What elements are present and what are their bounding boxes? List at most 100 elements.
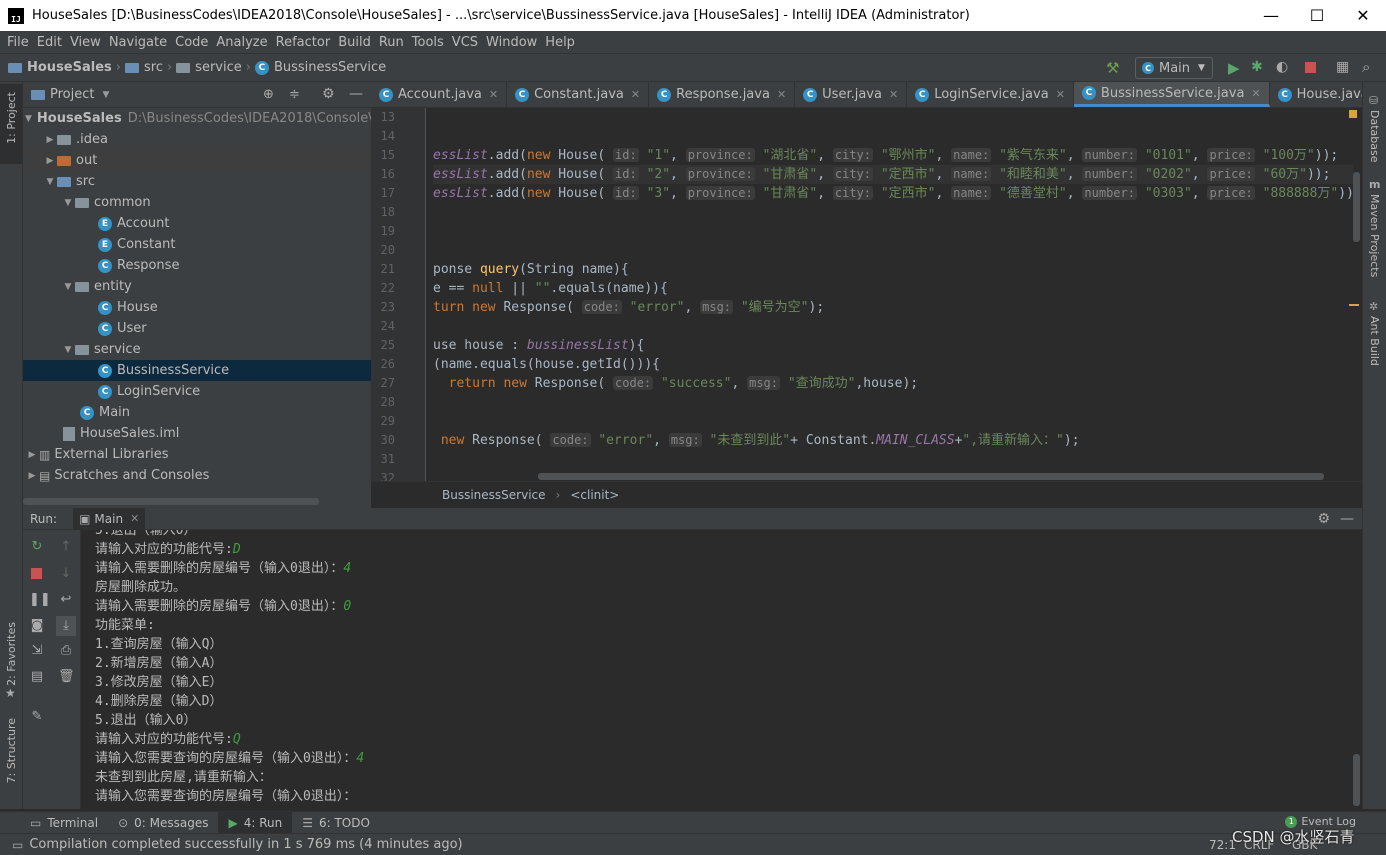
debug-icon[interactable]: ✱ (1251, 59, 1263, 75)
warning-marker-icon[interactable] (1349, 110, 1357, 118)
terminal-tab[interactable]: ▭ Terminal (20, 812, 108, 834)
close-icon[interactable]: ✕ (889, 88, 898, 101)
collapsed-arrow-icon[interactable]: ▶ (43, 156, 57, 166)
menu-tools[interactable]: Tools (408, 35, 448, 50)
menu-analyze[interactable]: Analyze (212, 35, 271, 50)
menu-build[interactable]: Build (334, 35, 375, 50)
menu-window[interactable]: Window (482, 35, 541, 50)
ant-tool-label[interactable]: Ant Build (1368, 316, 1381, 366)
trash-icon[interactable]: 🗑 (58, 670, 75, 684)
tab-response[interactable]: C Response.java ✕ (649, 82, 796, 107)
collapsed-arrow-icon[interactable]: ▶ (25, 450, 39, 460)
menu-vcs[interactable]: VCS (448, 35, 482, 50)
close-button[interactable]: ✕ (1340, 0, 1386, 31)
run-config-select[interactable]: C Main ▼ (1135, 57, 1213, 79)
tree-item-user[interactable]: C User (23, 318, 371, 339)
tree-item-root[interactable]: ▼ HouseSales D:\BusinessCodes\IDEA2018\C… (23, 108, 371, 129)
expanded-arrow-icon[interactable]: ▼ (61, 345, 75, 355)
close-icon[interactable]: ✕ (631, 88, 640, 101)
tree-item-service[interactable]: ▼ service (23, 339, 371, 360)
close-icon[interactable]: ✕ (1056, 88, 1065, 101)
scroll-to-end-icon[interactable]: ⤓ (56, 616, 76, 636)
chevron-down-icon[interactable]: ▼ (102, 90, 109, 100)
pin-icon[interactable]: ✎ (29, 710, 45, 724)
collapsed-arrow-icon[interactable]: ▶ (43, 135, 57, 145)
menu-refactor[interactable]: Refactor (272, 35, 335, 50)
hide-panel-icon[interactable]: — (1340, 511, 1354, 527)
pause-icon[interactable]: ❚❚ (29, 593, 51, 607)
expanded-arrow-icon[interactable]: ▼ (61, 198, 75, 208)
structure-tool-label[interactable]: 7: Structure (5, 718, 18, 783)
editor-hscrollbar[interactable] (538, 473, 1324, 480)
database-tool-label[interactable]: Database (1368, 110, 1381, 163)
collapse-all-icon[interactable]: ≑ (289, 87, 300, 102)
exit-icon[interactable]: ⇲ (29, 644, 45, 658)
tab-account[interactable]: C Account.java ✕ (371, 82, 508, 107)
maximize-button[interactable]: ☐ (1294, 0, 1340, 31)
menu-help[interactable]: Help (541, 35, 579, 50)
search-icon[interactable]: ⌕ (1362, 58, 1370, 76)
breadcrumb-project[interactable]: HouseSales (27, 60, 112, 75)
menu-edit[interactable]: Edit (33, 35, 66, 50)
expanded-arrow-icon[interactable]: ▼ (61, 282, 75, 292)
tree-item-scratches[interactable]: ▶ ▤ Scratches and Consoles (23, 465, 371, 486)
tree-item-account[interactable]: E Account (23, 213, 371, 234)
gear-icon[interactable]: ⚙ (322, 86, 335, 102)
tab-house[interactable]: CHouse.java✕ (1270, 82, 1362, 107)
status-message[interactable]: Compilation completed successfully in 1 … (29, 837, 462, 852)
run-icon[interactable]: ▶ (1228, 59, 1240, 77)
editor-vscrollbar[interactable] (1353, 172, 1360, 242)
up-arrow-icon[interactable]: ↑ (58, 540, 74, 554)
menu-code[interactable]: Code (171, 35, 212, 50)
tree-item-idea[interactable]: ▶ .idea (23, 129, 371, 150)
gear-icon[interactable]: ⚙ (1317, 511, 1330, 527)
build-hammer-icon[interactable]: ⚒ (1106, 59, 1119, 77)
stop-icon[interactable] (1305, 62, 1316, 73)
menu-view[interactable]: View (66, 35, 105, 50)
todo-tab[interactable]: ☰ 6: TODO (292, 812, 380, 834)
tree-item-iml[interactable]: HouseSales.iml (23, 423, 371, 444)
tree-item-external-libraries[interactable]: ▶ ▥ External Libraries (23, 444, 371, 465)
hide-panel-icon[interactable]: — (349, 86, 363, 102)
status-toggle-icon[interactable]: ▭ (12, 838, 23, 852)
run-tab-main[interactable]: ▣ Main ✕ (73, 507, 146, 530)
tree-item-common[interactable]: ▼ common (23, 192, 371, 213)
collapsed-arrow-icon[interactable]: ▶ (25, 471, 39, 481)
locate-icon[interactable]: ⊕ (263, 87, 274, 102)
expanded-arrow-icon[interactable]: ▼ (43, 177, 57, 187)
camera-icon[interactable]: ◙ (29, 619, 45, 633)
favorites-tool-label[interactable]: 2: Favorites (5, 622, 18, 686)
tab-constant[interactable]: C Constant.java ✕ (507, 82, 650, 107)
tree-item-loginservice[interactable]: C LoginService (23, 381, 371, 402)
tree-item-main[interactable]: C Main (23, 402, 371, 423)
down-arrow-icon[interactable]: ↓ (58, 567, 74, 581)
print-icon[interactable]: ⎙ (58, 644, 74, 658)
layout-icon[interactable]: ▤ (29, 670, 45, 684)
breadcrumb-file[interactable]: BussinessService (274, 60, 386, 75)
breadcrumb-src[interactable]: src (144, 60, 163, 75)
breadcrumb-service[interactable]: service (195, 60, 242, 75)
soft-wrap-icon[interactable]: ↩ (58, 593, 74, 607)
tab-user[interactable]: C User.java ✕ (795, 82, 908, 107)
project-hscrollbar[interactable] (23, 498, 319, 505)
maven-tool-label[interactable]: Maven Projects (1368, 194, 1381, 277)
rerun-icon[interactable]: ↻ (29, 540, 45, 554)
tree-item-house[interactable]: C House (23, 297, 371, 318)
tree-item-src[interactable]: ▼ src (23, 171, 371, 192)
tree-item-entity[interactable]: ▼ entity (23, 276, 371, 297)
messages-tab[interactable]: ⊙ 0: Messages (108, 812, 218, 834)
menu-navigate[interactable]: Navigate (105, 35, 171, 50)
project-structure-icon[interactable]: ▦ (1336, 59, 1349, 75)
stop-icon[interactable] (31, 568, 42, 579)
tab-loginservice[interactable]: C LoginService.java ✕ (907, 82, 1074, 107)
run-tab[interactable]: ▶ 4: Run (218, 811, 293, 834)
menu-run[interactable]: Run (375, 35, 408, 50)
menu-file[interactable]: File (3, 35, 33, 50)
close-icon[interactable]: ✕ (1251, 87, 1260, 100)
close-icon[interactable]: ✕ (489, 88, 498, 101)
expanded-arrow-icon[interactable]: ▼ (25, 114, 32, 124)
editor-breadcrumb-class[interactable]: BussinessService (442, 488, 546, 502)
console-scrollbar[interactable] (1353, 754, 1360, 806)
tree-item-constant[interactable]: E Constant (23, 234, 371, 255)
tree-item-response[interactable]: C Response (23, 255, 371, 276)
